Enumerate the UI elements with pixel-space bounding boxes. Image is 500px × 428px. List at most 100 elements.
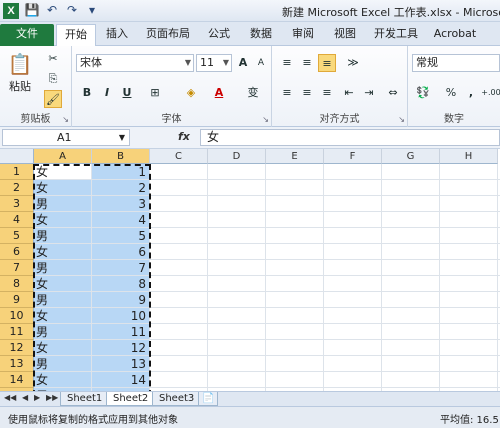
row-header[interactable]: 8 (0, 276, 34, 292)
tab-view[interactable]: 视图 (328, 24, 362, 46)
cell-a13[interactable]: 男 (34, 356, 92, 372)
font-color-button[interactable]: A (210, 84, 228, 102)
cell-a4[interactable]: 女 (34, 212, 92, 228)
column-header-g[interactable]: G (382, 149, 440, 164)
increase-indent-icon[interactable]: ⇥ (360, 84, 378, 102)
row-header[interactable]: 5 (0, 228, 34, 244)
row-header[interactable]: 9 (0, 292, 34, 308)
insert-function-button[interactable]: fx (178, 130, 190, 143)
align-right-icon[interactable]: ≡ (318, 84, 336, 102)
undo-icon[interactable]: ↶ (44, 2, 60, 18)
cell-a6[interactable]: 女 (34, 244, 92, 260)
name-box[interactable]: A1 ▼ (2, 129, 130, 146)
tab-insert[interactable]: 插入 (100, 24, 134, 46)
cell-a9[interactable]: 男 (34, 292, 92, 308)
cell-a3[interactable]: 男 (34, 196, 92, 212)
tab-formulas[interactable]: 公式 (202, 24, 236, 46)
dialog-launcher-icon[interactable]: ↘ (262, 115, 269, 124)
cell-b11[interactable]: 11 (92, 324, 150, 340)
orientation-icon[interactable]: ≫ (344, 54, 362, 72)
font-name-select[interactable]: 宋体 ▼ (76, 54, 194, 72)
column-header-h[interactable]: H (440, 149, 498, 164)
dialog-launcher-icon[interactable]: ↘ (398, 115, 405, 124)
next-sheet-icon[interactable]: ▶ (34, 393, 40, 402)
cell-a5[interactable]: 男 (34, 228, 92, 244)
row-header[interactable]: 4 (0, 212, 34, 228)
cell-b1[interactable]: 1 (92, 164, 150, 180)
column-header-f[interactable]: F (324, 149, 382, 164)
shrink-font-button[interactable]: A (252, 54, 270, 72)
decrease-indent-icon[interactable]: ⇤ (340, 84, 358, 102)
comma-button[interactable]: , (462, 84, 480, 102)
row-header[interactable]: 7 (0, 260, 34, 276)
border-icon[interactable]: ⊞ (146, 84, 164, 102)
align-middle-icon[interactable]: ≡ (298, 54, 316, 72)
sheet-tab-sheet3[interactable]: Sheet3 (152, 392, 202, 406)
tab-review[interactable]: 审阅 (286, 24, 320, 46)
cell-b9[interactable]: 9 (92, 292, 150, 308)
font-size-select[interactable]: 11 ▼ (196, 54, 232, 72)
sheet-tab-sheet1[interactable]: Sheet1 (60, 392, 110, 406)
row-header[interactable]: 10 (0, 308, 34, 324)
cell-b10[interactable]: 10 (92, 308, 150, 324)
row-header[interactable]: 6 (0, 244, 34, 260)
dialog-launcher-icon[interactable]: ↘ (62, 115, 69, 124)
tab-page-layout[interactable]: 页面布局 (140, 24, 196, 46)
align-left-icon[interactable]: ≡ (278, 84, 296, 102)
first-sheet-icon[interactable]: ◀◀ (4, 393, 16, 402)
cell-a8[interactable]: 女 (34, 276, 92, 292)
tab-developer[interactable]: 开发工具 (370, 24, 422, 46)
save-icon[interactable]: 💾 (24, 2, 40, 18)
tab-acrobat[interactable]: Acrobat (430, 24, 480, 46)
cell-a14[interactable]: 女 (34, 372, 92, 388)
format-painter-icon[interactable]: 🖌 (44, 90, 62, 108)
increase-decimal-button[interactable]: +.00 (480, 84, 500, 102)
customize-qat-icon[interactable]: ▾ (84, 2, 100, 18)
cell-b8[interactable]: 8 (92, 276, 150, 292)
cell-b12[interactable]: 12 (92, 340, 150, 356)
bold-button[interactable]: B (78, 84, 96, 102)
column-header-e[interactable]: E (266, 149, 324, 164)
cell-b6[interactable]: 6 (92, 244, 150, 260)
cell-b2[interactable]: 2 (92, 180, 150, 196)
sheet-tab-sheet2[interactable]: Sheet2 (106, 392, 156, 406)
cell-a12[interactable]: 女 (34, 340, 92, 356)
cell-b4[interactable]: 4 (92, 212, 150, 228)
cell-a10[interactable]: 女 (34, 308, 92, 324)
column-header-c[interactable]: C (150, 149, 208, 164)
prev-sheet-icon[interactable]: ◀ (22, 393, 28, 402)
last-sheet-icon[interactable]: ▶▶ (46, 393, 58, 402)
paste-button[interactable]: 📋 粘贴 (4, 50, 36, 100)
percent-button[interactable]: % (442, 84, 460, 102)
column-header-b[interactable]: B (92, 149, 150, 164)
currency-icon[interactable]: 💱 (414, 84, 432, 102)
cell-b13[interactable]: 13 (92, 356, 150, 372)
tab-file[interactable]: 文件 (0, 24, 54, 46)
column-header-d[interactable]: D (208, 149, 266, 164)
select-all-corner[interactable] (0, 149, 34, 164)
tab-data[interactable]: 数据 (244, 24, 278, 46)
cell-b14[interactable]: 14 (92, 372, 150, 388)
align-top-icon[interactable]: ≡ (278, 54, 296, 72)
cell-b7[interactable]: 7 (92, 260, 150, 276)
cell-a1[interactable]: 女 (34, 164, 92, 180)
excel-app-icon[interactable]: X (3, 3, 19, 19)
row-header[interactable]: 3 (0, 196, 34, 212)
formula-input[interactable]: 女 (200, 129, 500, 146)
row-header[interactable]: 12 (0, 340, 34, 356)
row-header[interactable]: 13 (0, 356, 34, 372)
column-header-a[interactable]: A (34, 149, 92, 164)
merge-cells-icon[interactable]: ⇔ (384, 84, 402, 102)
align-center-icon[interactable]: ≡ (298, 84, 316, 102)
fill-color-icon[interactable]: ◈ (182, 84, 200, 102)
row-header[interactable]: 1 (0, 164, 34, 180)
cell-b3[interactable]: 3 (92, 196, 150, 212)
grow-font-button[interactable]: A (234, 54, 252, 72)
new-sheet-icon[interactable]: 📄 (198, 392, 219, 406)
cell-b5[interactable]: 5 (92, 228, 150, 244)
align-bottom-icon[interactable]: ≡ (318, 54, 336, 72)
cell-a2[interactable]: 女 (34, 180, 92, 196)
worksheet-grid[interactable]: A B C D E F G H 1 女 1 2 女 2 3 男 3 4 女 4 5 男 5 6 女 6 7 男 7 8 女 8 9 男 9 10 女 10… (0, 149, 500, 391)
italic-button[interactable]: I (98, 84, 116, 102)
cell-a7[interactable]: 男 (34, 260, 92, 276)
